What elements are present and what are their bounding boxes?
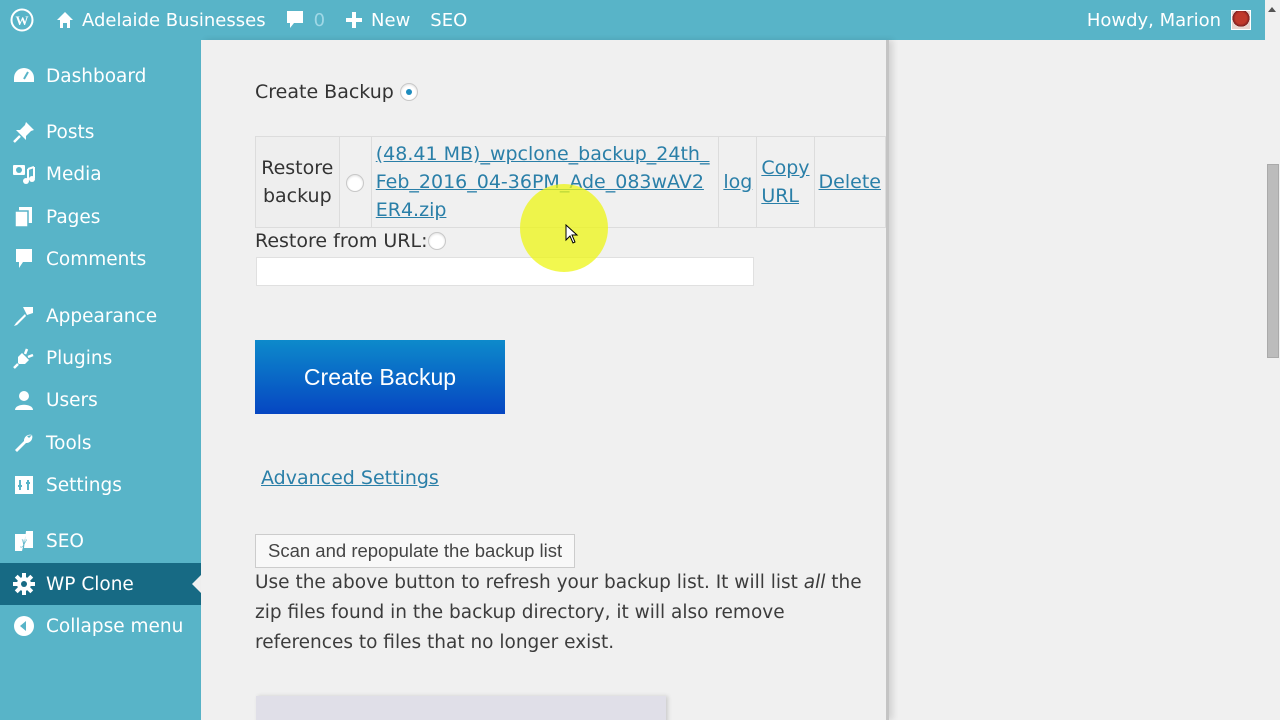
restore-url-radio[interactable]: [428, 232, 447, 250]
user-icon: [12, 388, 36, 412]
sidebar-item-media[interactable]: Media: [0, 153, 201, 195]
page-scrollbar[interactable]: [1265, 0, 1280, 720]
scan-description: Use the above button to refresh your bac…: [255, 568, 875, 658]
restore-backup-radio-cell: [338, 136, 372, 228]
collapse-menu-button[interactable]: Collapse menu: [0, 605, 201, 647]
wrench-icon: [12, 431, 36, 455]
restore-url-input[interactable]: [256, 257, 754, 286]
log-cell: log: [718, 136, 758, 228]
copy-url-link[interactable]: Copy URL: [761, 157, 809, 207]
comment-bubble-icon: [286, 10, 304, 30]
scan-repopulate-button[interactable]: Scan and repopulate the backup list: [255, 534, 576, 568]
backup-file-cell: (48.41 MB)_wpclone_backup_24th_Feb_2016_…: [370, 136, 720, 228]
paintbrush-icon: [12, 304, 36, 328]
comments-link[interactable]: 0: [276, 0, 335, 40]
settings-icon: [12, 473, 36, 497]
sidebar-item-label: Comments: [46, 248, 147, 270]
backup-file-link[interactable]: (48.41 MB)_wpclone_backup_24th_Feb_2016_…: [376, 143, 710, 221]
sidebar-item-comments[interactable]: Comments: [0, 238, 201, 280]
admin-bar: W Adelaide Businesses 0 New SEO Howdy, M…: [0, 0, 1265, 40]
sidebar-item-posts[interactable]: Posts: [0, 111, 201, 153]
media-icon: [12, 162, 36, 186]
new-content-link[interactable]: New: [335, 0, 420, 40]
scrollbar-thumb[interactable]: [1267, 164, 1279, 358]
sidebar-item-label: Dashboard: [46, 65, 147, 87]
restore-url-option: Restore from URL:: [255, 230, 447, 252]
bottom-section-box: [256, 696, 666, 720]
create-backup-radio[interactable]: [399, 83, 418, 101]
create-backup-option: Create Backup: [255, 81, 418, 103]
sidebar-item-dashboard[interactable]: Dashboard: [0, 55, 201, 97]
create-backup-button[interactable]: Create Backup: [255, 340, 505, 414]
sidebar-item-label: Settings: [46, 474, 122, 496]
backup-list-table: Restore backup (48.41 MB)_wpclone_backup…: [255, 136, 887, 228]
pages-icon: [12, 205, 36, 229]
log-link[interactable]: log: [723, 171, 752, 193]
sidebar-item-wp-clone[interactable]: WP Clone: [0, 563, 201, 605]
plus-icon: [345, 11, 363, 29]
seo-label: SEO: [430, 9, 468, 31]
comment-count: 0: [313, 9, 326, 31]
svg-text:W: W: [16, 13, 29, 28]
admin-sidebar: Dashboard Posts Media Pages Comments App…: [0, 40, 201, 720]
description-emphasis: all: [803, 572, 826, 593]
advanced-settings-link[interactable]: Advanced Settings: [261, 467, 439, 489]
sidebar-item-label: Plugins: [46, 347, 113, 369]
greeting: Howdy, Marion: [1086, 9, 1221, 31]
delete-cell: Delete: [813, 136, 887, 228]
create-backup-option-label: Create Backup: [255, 81, 394, 103]
seo-link[interactable]: SEO: [420, 0, 477, 40]
sidebar-item-seo[interactable]: y SEO: [0, 520, 201, 562]
site-name: Adelaide Businesses: [82, 9, 266, 31]
sidebar-item-label: Media: [46, 163, 102, 185]
sidebar-item-label: Appearance: [46, 305, 158, 327]
copy-url-cell: Copy URL: [756, 136, 815, 228]
sidebar-item-settings[interactable]: Settings: [0, 464, 201, 506]
scroll-up-arrow-icon[interactable]: [1268, 7, 1276, 12]
site-name-link[interactable]: Adelaide Businesses: [46, 0, 276, 40]
sidebar-item-label: Collapse menu: [46, 615, 184, 637]
restore-backup-radio[interactable]: [346, 173, 365, 192]
pushpin-icon: [12, 120, 36, 144]
sidebar-item-tools[interactable]: Tools: [0, 422, 201, 464]
sidebar-item-label: Pages: [46, 206, 101, 228]
gear-icon: [12, 572, 36, 596]
plug-icon: [12, 346, 36, 370]
sidebar-item-pages[interactable]: Pages: [0, 196, 201, 238]
collapse-icon: [12, 614, 36, 638]
sidebar-item-label: WP Clone: [46, 573, 134, 595]
wp-clone-panel: Create Backup Restore backup (48.41 MB)_…: [201, 40, 889, 720]
sidebar-item-label: Users: [46, 389, 98, 411]
sidebar-item-appearance[interactable]: Appearance: [0, 295, 201, 337]
comment-icon: [12, 247, 36, 271]
my-account-link[interactable]: Howdy, Marion: [1077, 0, 1265, 40]
sidebar-item-label: Tools: [46, 432, 92, 454]
avatar: [1231, 10, 1251, 30]
table-row: Restore backup (48.41 MB)_wpclone_backup…: [255, 136, 887, 228]
sidebar-item-plugins[interactable]: Plugins: [0, 337, 201, 379]
sidebar-item-label: Posts: [46, 121, 95, 143]
restore-url-label: Restore from URL:: [255, 230, 428, 252]
wordpress-logo-icon: W: [10, 8, 34, 32]
new-label: New: [371, 9, 411, 31]
delete-link[interactable]: Delete: [819, 171, 881, 193]
home-icon: [56, 11, 74, 29]
sidebar-item-label: SEO: [46, 530, 84, 552]
yoast-icon: y: [12, 529, 36, 553]
svg-text:y: y: [20, 534, 27, 548]
restore-backup-text: Restore backup: [261, 157, 334, 207]
description-text: Use the above button to refresh your bac…: [255, 572, 804, 593]
sidebar-item-users[interactable]: Users: [0, 379, 201, 421]
restore-backup-label: Restore backup: [255, 136, 340, 228]
wordpress-logo-button[interactable]: W: [0, 0, 46, 40]
dashboard-icon: [12, 64, 36, 88]
